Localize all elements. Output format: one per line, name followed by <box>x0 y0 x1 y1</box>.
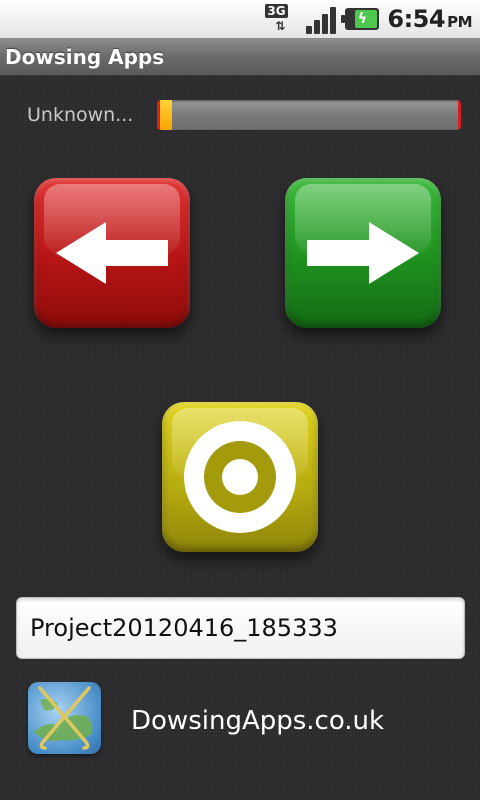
progress-edge-left <box>157 100 160 130</box>
clock-time: 6:54 <box>387 5 446 33</box>
data-arrows-icon: ⇅ <box>275 19 285 33</box>
clock-ampm: PM <box>447 13 472 31</box>
battery-charging-icon: ϟ <box>341 8 380 30</box>
target-icon <box>184 421 296 533</box>
signal-progress-bar <box>157 100 461 130</box>
project-name-input[interactable] <box>16 597 465 659</box>
title-bar: Dowsing Apps <box>0 38 480 76</box>
target-button[interactable] <box>162 402 318 552</box>
dowsing-rods-icon <box>34 686 93 750</box>
network-label: 3G <box>265 4 288 18</box>
dowsing-rods-logo[interactable] <box>28 682 101 754</box>
status-bar: 3G ⇅ ϟ 6:54 PM <box>0 0 480 38</box>
app-title: Dowsing Apps <box>5 44 165 69</box>
right-button[interactable] <box>285 178 441 328</box>
website-link[interactable]: DowsingApps.co.uk <box>131 706 384 736</box>
signal-strength-icon <box>305 4 337 34</box>
arrow-right-icon <box>307 222 419 284</box>
progress-edge-right <box>458 100 461 130</box>
arrow-left-icon <box>56 222 168 284</box>
status-clock: 6:54 PM <box>387 5 472 33</box>
signal-status-label: Unknown... <box>27 104 134 126</box>
network-3g-icon: 3G ⇅ <box>265 3 297 35</box>
left-button[interactable] <box>34 178 190 328</box>
